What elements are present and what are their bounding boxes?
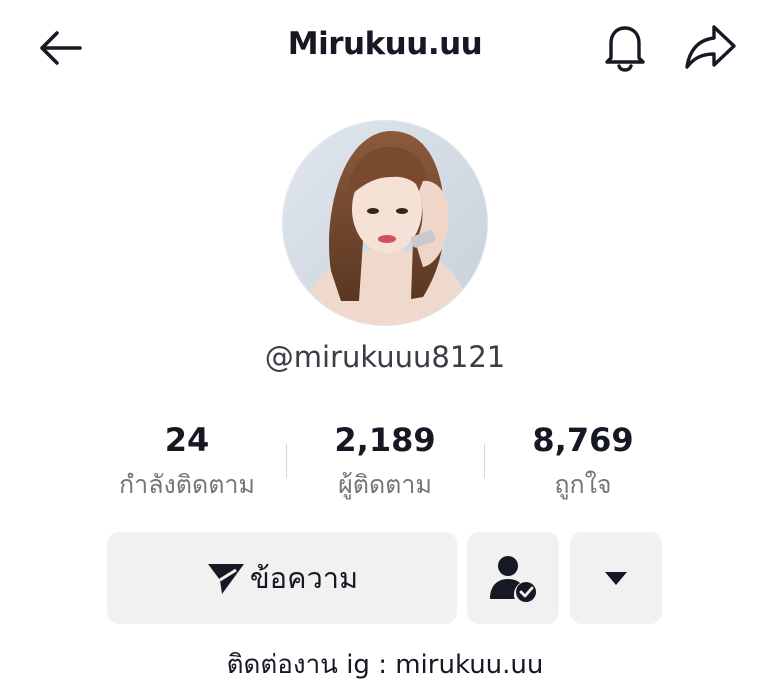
- username-handle: @mirukuuu8121: [264, 340, 506, 374]
- friends-button[interactable]: [467, 532, 559, 624]
- stat-followers[interactable]: 2,189 ผู้ติดตาม: [285, 418, 485, 502]
- stats-row: 24 กำลังติดตาม 2,189 ผู้ติดตาม 8,769 ถูก…: [0, 418, 770, 508]
- page-title: Mirukuu.uu: [287, 26, 483, 62]
- stat-divider: [286, 444, 287, 478]
- stat-label: ถูกใจ: [554, 470, 612, 499]
- bell-icon: [605, 26, 645, 72]
- caret-down-icon: [605, 572, 627, 585]
- notification-button[interactable]: [598, 20, 652, 74]
- stat-value: 2,189: [334, 421, 436, 459]
- stat-value: 8,769: [532, 421, 634, 459]
- message-button[interactable]: ข้อความ: [107, 532, 457, 624]
- user-check-icon: [490, 556, 536, 602]
- profile-photo: [283, 121, 487, 325]
- more-options-button[interactable]: [570, 532, 662, 624]
- stat-likes[interactable]: 8,769 ถูกใจ: [483, 418, 683, 502]
- stat-label: กำลังติดตาม: [119, 470, 255, 499]
- profile-bio: ติดต่องาน ig : mirukuu.uu: [226, 650, 544, 680]
- share-arrow-icon: [685, 25, 736, 69]
- send-icon: [207, 564, 244, 594]
- avatar[interactable]: [282, 120, 488, 326]
- stat-following[interactable]: 24 กำลังติดตาม: [87, 418, 287, 502]
- top-bar: Mirukuu.uu: [0, 0, 770, 96]
- share-button[interactable]: [680, 20, 740, 74]
- stat-divider: [484, 444, 485, 478]
- message-button-label: ข้อความ: [249, 561, 359, 595]
- stat-label: ผู้ติดตาม: [338, 470, 432, 499]
- stat-value: 24: [164, 421, 210, 459]
